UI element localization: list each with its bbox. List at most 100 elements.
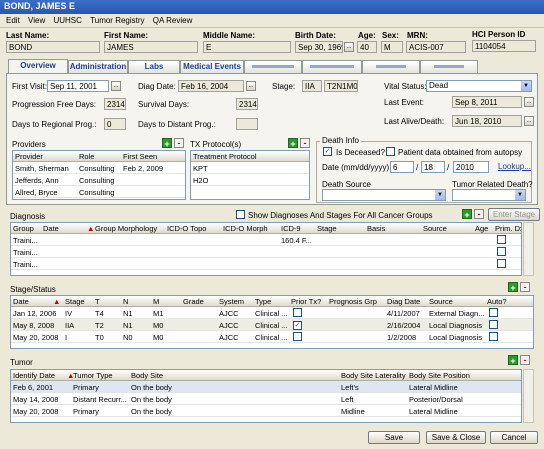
table-row[interactable]: Allred, Bryce Consulting	[13, 186, 185, 198]
menu-tumor-registry[interactable]: Tumor Registry	[90, 16, 144, 25]
col-n[interactable]: N	[123, 297, 128, 306]
diagnosis-scrollbar[interactable]	[523, 222, 534, 276]
col-provider[interactable]: Provider	[15, 152, 43, 161]
col-group[interactable]: Group	[13, 224, 34, 233]
tumor-scrollbar[interactable]	[523, 369, 534, 423]
col-basis[interactable]: Basis	[367, 224, 385, 233]
save-button[interactable]: Save	[368, 431, 420, 444]
death-source-select[interactable]: ▼	[322, 189, 446, 201]
prior-tx-checkbox[interactable]	[293, 332, 302, 341]
tab-labs[interactable]: Labs	[128, 60, 180, 73]
col-group-morphology[interactable]: Group Morphology	[95, 224, 157, 233]
tab-overview[interactable]: Overview	[8, 59, 68, 74]
col-stage[interactable]: Stage	[317, 224, 337, 233]
col-role[interactable]: Role	[79, 152, 94, 161]
col-treatment-protocol[interactable]: Treatment Protocol	[193, 152, 257, 161]
add-tumor-button[interactable]: +	[508, 355, 518, 366]
col-system[interactable]: System	[219, 297, 244, 306]
remove-diagnosis-button[interactable]: -	[474, 209, 484, 219]
autopsy-checkbox[interactable]	[386, 147, 395, 156]
auto-checkbox[interactable]	[489, 320, 498, 329]
prim-dx-checkbox[interactable]	[497, 247, 506, 256]
table-row[interactable]: Traini...	[11, 246, 521, 258]
col-m[interactable]: M	[153, 297, 159, 306]
table-row[interactable]: H2O	[191, 174, 309, 186]
tumor-related-select[interactable]: ▼	[452, 189, 526, 201]
table-row[interactable]: May 20, 2008 Primary On the body Midline…	[11, 405, 521, 417]
col-source[interactable]: Source	[423, 224, 447, 233]
prior-tx-checkbox[interactable]: ✓	[293, 321, 302, 330]
remove-provider-button[interactable]: -	[174, 138, 184, 148]
is-deceased-checkbox[interactable]: ✓	[323, 147, 332, 156]
table-row[interactable]: Feb 6, 2001 Primary On the body Left's L…	[11, 381, 521, 393]
col-t[interactable]: T	[95, 297, 100, 306]
col-tumor-type[interactable]: Tumor Type	[73, 371, 113, 380]
save-close-button[interactable]: Save & Close	[426, 431, 486, 444]
add-protocol-button[interactable]: +	[288, 138, 298, 149]
remove-protocol-button[interactable]: -	[300, 138, 310, 148]
table-row[interactable]: May 14, 2008 Distant Recurr... On the bo…	[11, 393, 521, 405]
diag-date-picker-button[interactable]: ...	[246, 81, 256, 91]
prior-tx-checkbox[interactable]	[293, 308, 302, 317]
col-age[interactable]: Age	[475, 224, 488, 233]
col-source[interactable]: Source	[429, 297, 453, 306]
tab-administration[interactable]: Administration	[68, 60, 128, 73]
col-first-seen[interactable]: First Seen	[123, 152, 157, 161]
remove-stage-button[interactable]: -	[520, 282, 530, 292]
auto-checkbox[interactable]	[489, 332, 498, 341]
menu-uuhsc[interactable]: UUHSC	[53, 16, 81, 25]
col-body-site-laterality[interactable]: Body Site Laterality	[341, 371, 406, 380]
menu-view[interactable]: View	[28, 16, 45, 25]
table-row[interactable]: Smith, Sherman Consulting Feb 2, 2009	[13, 162, 185, 174]
col-prior-tx[interactable]: Prior Tx?	[291, 297, 321, 306]
death-year-field[interactable]: 2010	[453, 161, 489, 173]
tab-6[interactable]	[302, 60, 362, 73]
col-diag-date[interactable]: Diag Date	[387, 297, 420, 306]
col-date[interactable]: Date	[13, 297, 29, 306]
col-icd9[interactable]: ICD-9	[281, 224, 301, 233]
tab-8[interactable]	[420, 60, 478, 73]
col-identify-date[interactable]: Identify Date	[13, 371, 55, 380]
last-event-picker-button[interactable]: ...	[524, 97, 534, 107]
vital-status-select[interactable]: Dead ▼	[426, 80, 532, 92]
cancel-button[interactable]: Cancel	[490, 431, 538, 444]
col-icdo-morph[interactable]: ICD-O Morph	[223, 224, 268, 233]
last-alive-picker-button[interactable]: ...	[524, 116, 534, 126]
prim-dx-checkbox[interactable]	[497, 259, 506, 268]
tab-7[interactable]	[362, 60, 420, 73]
death-month-field[interactable]: 6	[390, 161, 414, 173]
lookup-link[interactable]: Lookup...	[498, 162, 531, 171]
add-stage-button[interactable]: +	[508, 282, 518, 293]
show-all-checkbox[interactable]	[236, 210, 245, 219]
col-date[interactable]: Date	[43, 224, 59, 233]
tab-medical-events[interactable]: Medical Events	[180, 60, 244, 73]
table-row[interactable]: KPT	[191, 162, 309, 174]
auto-checkbox[interactable]	[489, 308, 498, 317]
col-prognosis-grp[interactable]: Prognosis Grp	[329, 297, 377, 306]
death-day-field[interactable]: 18	[421, 161, 445, 173]
col-auto[interactable]: Auto?	[487, 297, 507, 306]
table-row[interactable]: Jan 12, 2006 IV T4 N1 M1 AJCC Clinical .…	[11, 307, 533, 319]
col-stage[interactable]: Stage	[65, 297, 85, 306]
table-row[interactable]: Jefferds, Ann Consulting	[13, 174, 185, 186]
menu-qa-review[interactable]: QA Review	[153, 16, 193, 25]
remove-tumor-button[interactable]: -	[520, 355, 530, 365]
add-provider-button[interactable]: +	[162, 138, 172, 149]
menu-edit[interactable]: Edit	[6, 16, 20, 25]
prim-dx-checkbox[interactable]	[497, 235, 506, 244]
col-icdo-topo[interactable]: ICD-O Topo	[167, 224, 206, 233]
birth-date-picker-button[interactable]: ...	[344, 42, 354, 52]
col-type[interactable]: Type	[255, 297, 271, 306]
tab-5[interactable]	[244, 60, 302, 73]
table-row[interactable]: Traini...	[11, 258, 521, 270]
table-row[interactable]: May 20, 2008 I T0 N0 M0 AJCC Clinical ..…	[11, 331, 533, 343]
col-body-site-position[interactable]: Body Site Position	[409, 371, 470, 380]
col-grade[interactable]: Grade	[183, 297, 204, 306]
table-row[interactable]: May 8, 2008 IIA T2 N1 M0 AJCC Clinical .…	[11, 319, 533, 331]
col-body-site[interactable]: Body Site	[131, 371, 163, 380]
first-visit-field[interactable]: Sep 11, 2001	[47, 80, 109, 92]
table-row[interactable]: Traini... 160.4 F...	[11, 234, 521, 246]
add-diagnosis-button[interactable]: +	[462, 209, 472, 220]
col-prim-dx[interactable]: Prim. Dx	[495, 224, 521, 233]
first-visit-picker-button[interactable]: ...	[111, 81, 121, 91]
